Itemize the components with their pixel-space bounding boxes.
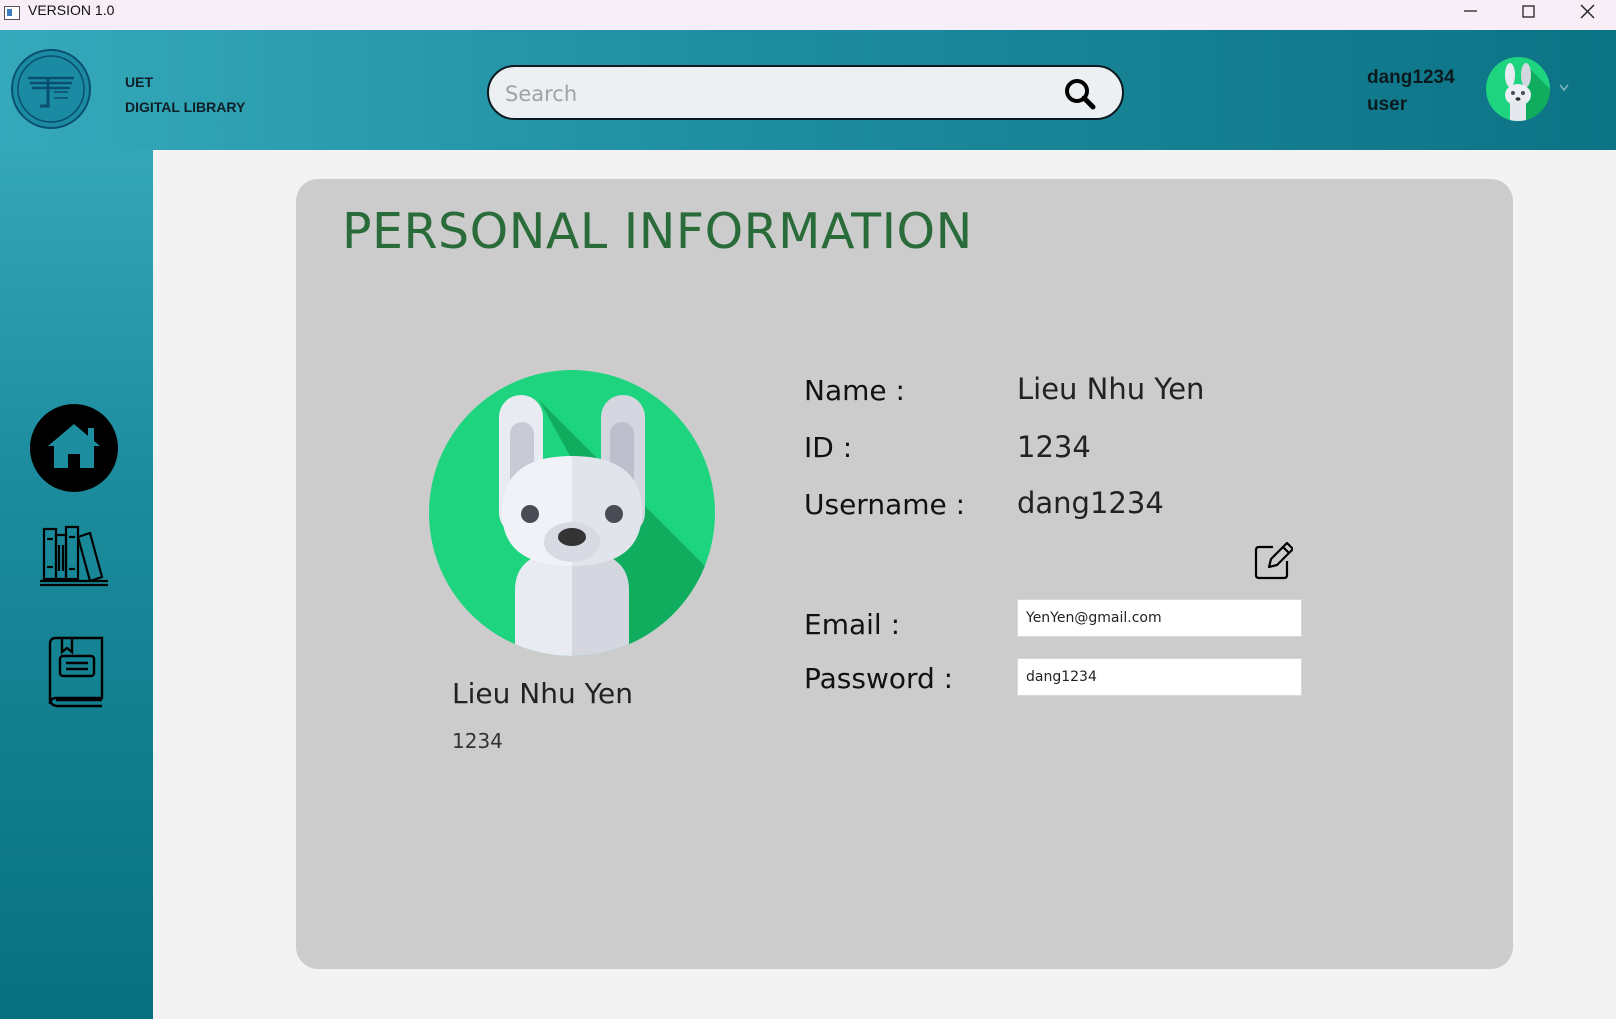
book-icon bbox=[48, 636, 104, 708]
profile-display-id: 1234 bbox=[452, 729, 503, 753]
username-value: dang1234 bbox=[1017, 486, 1164, 520]
sidebar-item-home[interactable] bbox=[30, 404, 118, 492]
close-button[interactable] bbox=[1558, 0, 1616, 30]
username-label: Username : bbox=[804, 488, 966, 521]
home-icon bbox=[30, 404, 118, 492]
search-bar bbox=[487, 65, 1124, 120]
page-title: PERSONAL INFORMATION bbox=[342, 203, 973, 260]
app-icon bbox=[4, 6, 20, 20]
app-header: UET DIGITAL LIBRARY dang1234 user bbox=[0, 30, 1616, 150]
id-value: 1234 bbox=[1017, 430, 1091, 464]
id-label: ID : bbox=[804, 431, 853, 464]
minimize-icon bbox=[1464, 10, 1477, 12]
email-label: Email : bbox=[804, 608, 901, 641]
sidebar bbox=[0, 150, 153, 1019]
window-title: VERSION 1.0 bbox=[28, 2, 115, 18]
user-info: dang1234 user bbox=[1367, 64, 1455, 118]
bunny-avatar-icon bbox=[499, 395, 715, 656]
user-name: dang1234 bbox=[1367, 67, 1455, 88]
name-label: Name : bbox=[804, 374, 905, 407]
email-field[interactable] bbox=[1017, 599, 1302, 637]
bunny-avatar-icon bbox=[1505, 63, 1550, 121]
close-icon bbox=[1580, 4, 1595, 19]
user-avatar[interactable] bbox=[1486, 57, 1550, 121]
chevron-down-icon[interactable] bbox=[1559, 84, 1569, 92]
user-role: user bbox=[1367, 94, 1408, 115]
profile-avatar bbox=[429, 370, 715, 656]
brand-line2: DIGITAL LIBRARY bbox=[125, 99, 246, 115]
window-titlebar: VERSION 1.0 bbox=[0, 0, 1616, 30]
password-label: Password : bbox=[804, 662, 954, 695]
university-logo bbox=[11, 49, 91, 129]
edit-icon[interactable] bbox=[1253, 541, 1293, 581]
name-value: Lieu Nhu Yen bbox=[1017, 372, 1205, 406]
bookshelf-icon bbox=[40, 525, 108, 587]
password-field[interactable] bbox=[1017, 658, 1302, 696]
sidebar-item-library[interactable] bbox=[38, 523, 110, 587]
maximize-button[interactable] bbox=[1500, 0, 1558, 30]
search-icon[interactable] bbox=[1062, 76, 1098, 112]
search-input[interactable] bbox=[503, 77, 1047, 111]
profile-display-name: Lieu Nhu Yen bbox=[452, 677, 633, 710]
maximize-icon bbox=[1522, 5, 1535, 18]
brand-text: UET DIGITAL LIBRARY bbox=[125, 70, 245, 120]
minimize-button[interactable] bbox=[1442, 0, 1500, 30]
sidebar-item-my-books[interactable] bbox=[44, 636, 106, 708]
personal-info-card: PERSONAL INFORMATION Lieu Nhu Yen 1234 N… bbox=[296, 179, 1513, 969]
brand-line1: UET bbox=[125, 74, 153, 90]
